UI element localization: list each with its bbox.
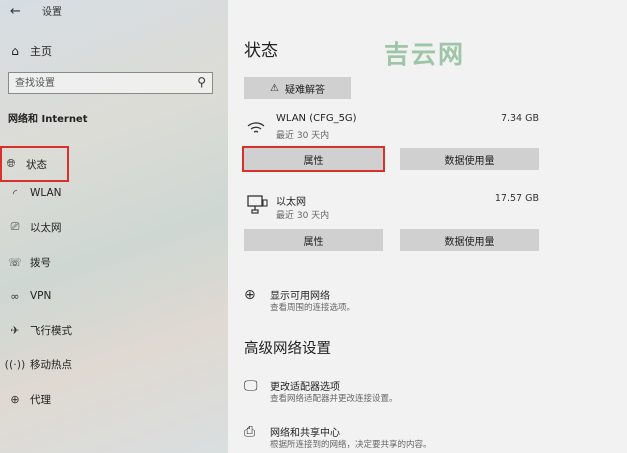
home-icon: ⌂ <box>11 44 19 58</box>
main-content: 状态 吉云网 ⚠ 疑难解答 WLAN (CFG_5G) 最近 30 天内 7.3… <box>228 0 627 453</box>
ethernet-icon <box>246 194 268 218</box>
sidebar-item-label: 状态 <box>26 158 47 171</box>
troubleshoot-label: 疑难解答 <box>284 84 325 96</box>
show-networks-link[interactable]: 显示可用网络 <box>270 287 330 302</box>
sidebar-item-label: 移动热点 <box>30 358 72 371</box>
sidebar-item-ethernet[interactable]: ⎚ 以太网 <box>8 217 62 237</box>
troubleshoot-button[interactable]: ⚠ 疑难解答 <box>244 77 351 99</box>
ethernet-data-usage-button[interactable]: 数据使用量 <box>400 229 539 251</box>
change-adapter-link[interactable]: 更改适配器选项 <box>270 378 340 393</box>
sidebar-item-label: 拨号 <box>30 256 51 269</box>
search-icon[interactable]: ⚲ <box>197 75 206 89</box>
wlan-properties-button[interactable]: 属性 <box>242 146 385 172</box>
ethernet-icon: ⎚ <box>10 220 20 233</box>
change-adapter-subtitle: 查看网络适配器并更改连接设置。 <box>270 394 398 404</box>
nav-home-label: 主页 <box>30 45 52 58</box>
sidebar-item-hotspot[interactable]: ((·)) 移动热点 <box>4 354 72 374</box>
back-arrow-icon[interactable]: ← <box>10 4 21 19</box>
search-input[interactable] <box>9 73 201 93</box>
sidebar-item-proxy[interactable]: ⊕ 代理 <box>8 389 51 409</box>
sidebar-item-label: 代理 <box>30 393 51 406</box>
network-usage: 17.57 GB <box>494 193 539 204</box>
sidebar-item-label: WLAN <box>30 187 62 199</box>
sharing-center-icon: ⎙ <box>244 424 256 440</box>
sidebar: ← 设置 ⌂ 主页 ⚲ 网络和 Internet 🌐︎ 状态 ◜ WLAN ⎚ … <box>0 0 228 453</box>
wlan-data-usage-button[interactable]: 数据使用量 <box>400 148 539 170</box>
sidebar-item-airplane[interactable]: ✈︎ 飞行模式 <box>8 320 72 340</box>
sidebar-item-label: 以太网 <box>30 221 62 234</box>
sharing-center-subtitle: 根据所连接到的网络，决定要共享的内容。 <box>270 440 432 450</box>
dialup-icon: ☏ <box>8 255 22 269</box>
network-name: 以太网 <box>276 197 306 208</box>
window-title: 设置 <box>42 7 62 18</box>
network-period: 最近 30 天内 <box>276 131 330 141</box>
sidebar-item-label: 飞行模式 <box>30 324 72 337</box>
sidebar-item-wlan[interactable]: ◜ WLAN <box>8 183 62 203</box>
sharing-center-link[interactable]: 网络和共享中心 <box>270 424 340 439</box>
wifi-icon <box>246 117 266 139</box>
globe-icon: 🌐︎ <box>6 157 16 170</box>
vpn-icon: ∞ <box>10 289 20 303</box>
section-title: 网络和 Internet <box>8 114 88 125</box>
airplane-icon: ✈︎ <box>10 323 20 337</box>
show-networks-subtitle: 查看周围的连接选项。 <box>270 303 356 313</box>
warning-icon: ⚠ <box>270 82 279 94</box>
sidebar-item-status[interactable]: 🌐︎ 状态 <box>0 146 69 182</box>
search-box[interactable]: ⚲ <box>8 72 213 94</box>
ethernet-properties-button[interactable]: 属性 <box>244 229 383 251</box>
wifi-icon: ◜ <box>12 186 18 200</box>
network-usage: 7.34 GB <box>500 113 539 124</box>
globe-icon: ⊕ <box>244 287 256 303</box>
sidebar-item-label: VPN <box>30 290 52 302</box>
sidebar-item-dialup[interactable]: ☏ 拨号 <box>8 252 51 272</box>
nav-home[interactable]: ⌂ 主页 <box>8 42 52 60</box>
watermark: 吉云网 <box>384 40 466 69</box>
sidebar-item-vpn[interactable]: ∞ VPN <box>8 286 51 306</box>
proxy-globe-icon: ⊕ <box>10 392 20 406</box>
hotspot-icon: ((·)) <box>4 357 26 371</box>
adapter-icon: 🖵︎ <box>244 378 258 394</box>
advanced-settings-title: 高级网络设置 <box>244 341 331 357</box>
page-title: 状态 <box>244 41 278 61</box>
network-period: 最近 30 天内 <box>276 211 330 221</box>
network-name: WLAN (CFG_5G) <box>276 113 357 124</box>
